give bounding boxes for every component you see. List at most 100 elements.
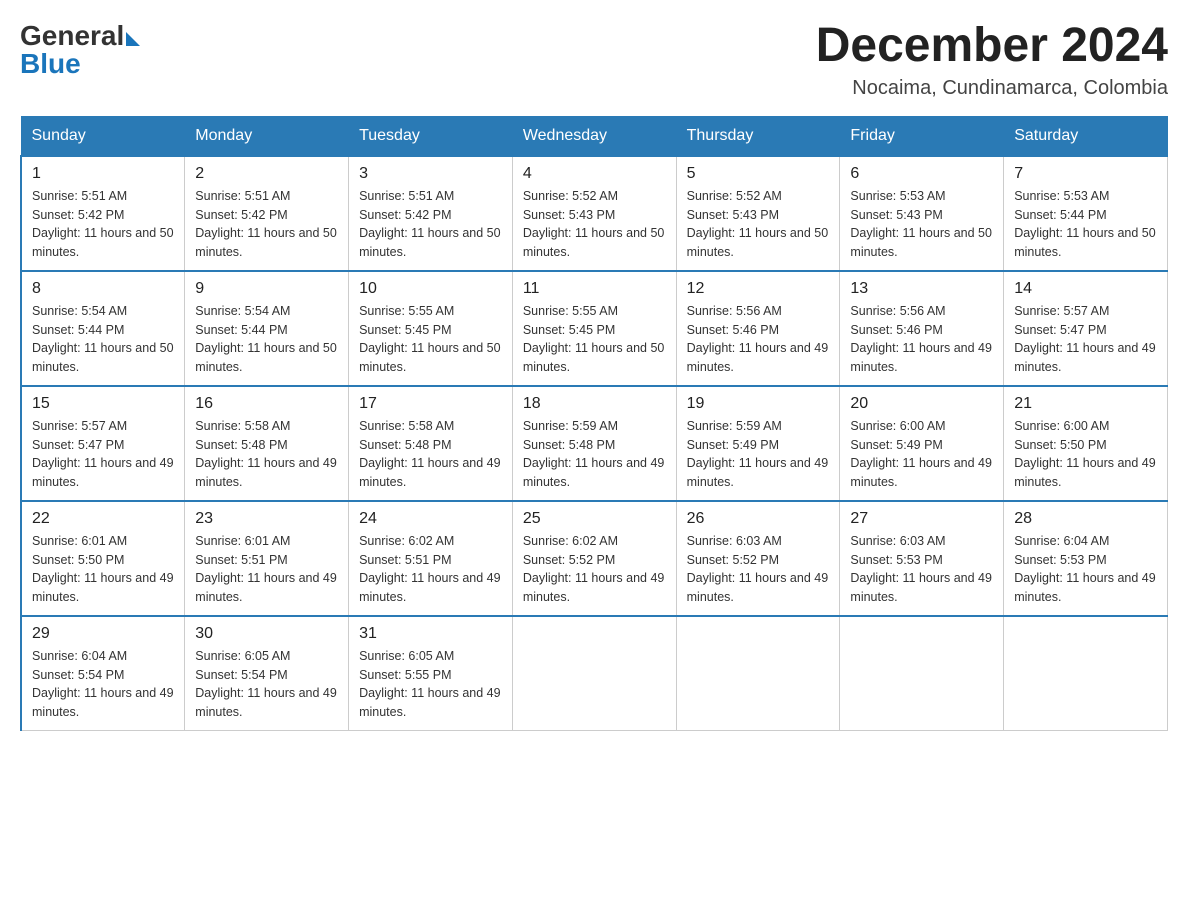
calendar-day-cell: 21 Sunrise: 6:00 AM Sunset: 5:50 PM Dayl… (1004, 386, 1168, 501)
calendar-day-cell: 30 Sunrise: 6:05 AM Sunset: 5:54 PM Dayl… (185, 616, 349, 731)
calendar-day-cell: 12 Sunrise: 5:56 AM Sunset: 5:46 PM Dayl… (676, 271, 840, 386)
calendar-day-cell: 22 Sunrise: 6:01 AM Sunset: 5:50 PM Dayl… (21, 501, 185, 616)
day-number: 13 (850, 280, 993, 298)
calendar-day-cell: 6 Sunrise: 5:53 AM Sunset: 5:43 PM Dayli… (840, 156, 1004, 271)
day-info: Sunrise: 6:04 AM Sunset: 5:53 PM Dayligh… (1014, 532, 1157, 607)
calendar-week-row: 15 Sunrise: 5:57 AM Sunset: 5:47 PM Dayl… (21, 386, 1168, 501)
calendar-day-cell: 28 Sunrise: 6:04 AM Sunset: 5:53 PM Dayl… (1004, 501, 1168, 616)
day-number: 22 (32, 510, 174, 528)
day-number: 11 (523, 280, 666, 298)
page-header: General Blue December 2024 Nocaima, Cund… (20, 20, 1168, 100)
day-info: Sunrise: 6:00 AM Sunset: 5:50 PM Dayligh… (1014, 417, 1157, 492)
calendar-day-cell (840, 616, 1004, 731)
calendar-day-cell: 15 Sunrise: 5:57 AM Sunset: 5:47 PM Dayl… (21, 386, 185, 501)
day-info: Sunrise: 6:00 AM Sunset: 5:49 PM Dayligh… (850, 417, 993, 492)
day-number: 4 (523, 165, 666, 183)
calendar-week-row: 1 Sunrise: 5:51 AM Sunset: 5:42 PM Dayli… (21, 156, 1168, 271)
day-number: 16 (195, 395, 338, 413)
day-number: 10 (359, 280, 502, 298)
calendar-day-cell: 16 Sunrise: 5:58 AM Sunset: 5:48 PM Dayl… (185, 386, 349, 501)
day-info: Sunrise: 5:51 AM Sunset: 5:42 PM Dayligh… (195, 187, 338, 262)
day-info: Sunrise: 5:54 AM Sunset: 5:44 PM Dayligh… (32, 302, 174, 377)
day-number: 30 (195, 625, 338, 643)
col-thursday: Thursday (676, 116, 840, 156)
day-info: Sunrise: 5:58 AM Sunset: 5:48 PM Dayligh… (359, 417, 502, 492)
calendar-table: Sunday Monday Tuesday Wednesday Thursday… (20, 116, 1168, 731)
day-number: 9 (195, 280, 338, 298)
day-number: 8 (32, 280, 174, 298)
day-info: Sunrise: 5:59 AM Sunset: 5:49 PM Dayligh… (687, 417, 830, 492)
day-number: 3 (359, 165, 502, 183)
calendar-day-cell: 1 Sunrise: 5:51 AM Sunset: 5:42 PM Dayli… (21, 156, 185, 271)
logo-arrow-icon (126, 32, 140, 46)
day-info: Sunrise: 6:01 AM Sunset: 5:51 PM Dayligh… (195, 532, 338, 607)
month-title: December 2024 (816, 20, 1168, 73)
calendar-day-cell: 24 Sunrise: 6:02 AM Sunset: 5:51 PM Dayl… (349, 501, 513, 616)
day-info: Sunrise: 5:53 AM Sunset: 5:43 PM Dayligh… (850, 187, 993, 262)
calendar-day-cell: 10 Sunrise: 5:55 AM Sunset: 5:45 PM Dayl… (349, 271, 513, 386)
calendar-day-cell: 20 Sunrise: 6:00 AM Sunset: 5:49 PM Dayl… (840, 386, 1004, 501)
day-number: 29 (32, 625, 174, 643)
calendar-day-cell: 7 Sunrise: 5:53 AM Sunset: 5:44 PM Dayli… (1004, 156, 1168, 271)
col-saturday: Saturday (1004, 116, 1168, 156)
day-info: Sunrise: 5:54 AM Sunset: 5:44 PM Dayligh… (195, 302, 338, 377)
calendar-day-cell: 3 Sunrise: 5:51 AM Sunset: 5:42 PM Dayli… (349, 156, 513, 271)
calendar-day-cell: 29 Sunrise: 6:04 AM Sunset: 5:54 PM Dayl… (21, 616, 185, 731)
day-number: 17 (359, 395, 502, 413)
day-info: Sunrise: 5:52 AM Sunset: 5:43 PM Dayligh… (687, 187, 830, 262)
calendar-day-cell (1004, 616, 1168, 731)
logo-blue-text: Blue (20, 48, 140, 80)
calendar-header-row: Sunday Monday Tuesday Wednesday Thursday… (21, 116, 1168, 156)
title-block: December 2024 Nocaima, Cundinamarca, Col… (816, 20, 1168, 100)
calendar-day-cell: 14 Sunrise: 5:57 AM Sunset: 5:47 PM Dayl… (1004, 271, 1168, 386)
calendar-day-cell: 2 Sunrise: 5:51 AM Sunset: 5:42 PM Dayli… (185, 156, 349, 271)
day-info: Sunrise: 5:57 AM Sunset: 5:47 PM Dayligh… (32, 417, 174, 492)
calendar-day-cell: 9 Sunrise: 5:54 AM Sunset: 5:44 PM Dayli… (185, 271, 349, 386)
day-info: Sunrise: 5:58 AM Sunset: 5:48 PM Dayligh… (195, 417, 338, 492)
day-number: 1 (32, 165, 174, 183)
day-number: 15 (32, 395, 174, 413)
calendar-day-cell: 13 Sunrise: 5:56 AM Sunset: 5:46 PM Dayl… (840, 271, 1004, 386)
calendar-day-cell: 19 Sunrise: 5:59 AM Sunset: 5:49 PM Dayl… (676, 386, 840, 501)
calendar-day-cell: 17 Sunrise: 5:58 AM Sunset: 5:48 PM Dayl… (349, 386, 513, 501)
calendar-week-row: 8 Sunrise: 5:54 AM Sunset: 5:44 PM Dayli… (21, 271, 1168, 386)
day-info: Sunrise: 5:56 AM Sunset: 5:46 PM Dayligh… (850, 302, 993, 377)
day-number: 24 (359, 510, 502, 528)
calendar-day-cell: 31 Sunrise: 6:05 AM Sunset: 5:55 PM Dayl… (349, 616, 513, 731)
day-number: 19 (687, 395, 830, 413)
calendar-day-cell: 26 Sunrise: 6:03 AM Sunset: 5:52 PM Dayl… (676, 501, 840, 616)
col-wednesday: Wednesday (512, 116, 676, 156)
day-number: 21 (1014, 395, 1157, 413)
calendar-day-cell: 4 Sunrise: 5:52 AM Sunset: 5:43 PM Dayli… (512, 156, 676, 271)
day-info: Sunrise: 6:05 AM Sunset: 5:54 PM Dayligh… (195, 647, 338, 722)
calendar-week-row: 22 Sunrise: 6:01 AM Sunset: 5:50 PM Dayl… (21, 501, 1168, 616)
calendar-day-cell: 18 Sunrise: 5:59 AM Sunset: 5:48 PM Dayl… (512, 386, 676, 501)
day-info: Sunrise: 5:59 AM Sunset: 5:48 PM Dayligh… (523, 417, 666, 492)
day-info: Sunrise: 5:56 AM Sunset: 5:46 PM Dayligh… (687, 302, 830, 377)
day-number: 31 (359, 625, 502, 643)
day-number: 18 (523, 395, 666, 413)
day-info: Sunrise: 5:53 AM Sunset: 5:44 PM Dayligh… (1014, 187, 1157, 262)
day-number: 6 (850, 165, 993, 183)
day-info: Sunrise: 6:02 AM Sunset: 5:51 PM Dayligh… (359, 532, 502, 607)
day-number: 27 (850, 510, 993, 528)
calendar-day-cell: 11 Sunrise: 5:55 AM Sunset: 5:45 PM Dayl… (512, 271, 676, 386)
day-info: Sunrise: 6:05 AM Sunset: 5:55 PM Dayligh… (359, 647, 502, 722)
day-number: 23 (195, 510, 338, 528)
calendar-day-cell (676, 616, 840, 731)
col-sunday: Sunday (21, 116, 185, 156)
calendar-day-cell: 8 Sunrise: 5:54 AM Sunset: 5:44 PM Dayli… (21, 271, 185, 386)
logo: General Blue (20, 20, 140, 80)
calendar-day-cell: 27 Sunrise: 6:03 AM Sunset: 5:53 PM Dayl… (840, 501, 1004, 616)
day-info: Sunrise: 5:55 AM Sunset: 5:45 PM Dayligh… (359, 302, 502, 377)
day-number: 26 (687, 510, 830, 528)
location-subtitle: Nocaima, Cundinamarca, Colombia (816, 77, 1168, 100)
day-info: Sunrise: 6:04 AM Sunset: 5:54 PM Dayligh… (32, 647, 174, 722)
col-monday: Monday (185, 116, 349, 156)
day-number: 28 (1014, 510, 1157, 528)
day-info: Sunrise: 5:57 AM Sunset: 5:47 PM Dayligh… (1014, 302, 1157, 377)
day-info: Sunrise: 5:52 AM Sunset: 5:43 PM Dayligh… (523, 187, 666, 262)
day-number: 2 (195, 165, 338, 183)
day-number: 5 (687, 165, 830, 183)
day-info: Sunrise: 6:03 AM Sunset: 5:52 PM Dayligh… (687, 532, 830, 607)
